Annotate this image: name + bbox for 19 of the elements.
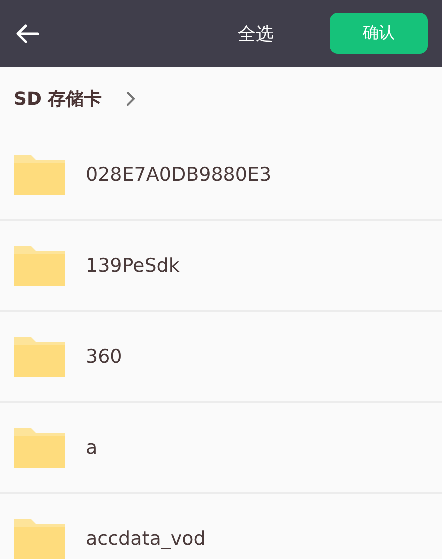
folder-row[interactable]: accdata_vod <box>0 494 442 559</box>
folder-icon <box>14 428 65 468</box>
breadcrumb-item[interactable]: SD 存储卡 <box>14 86 102 110</box>
folder-row[interactable]: 360 <box>0 312 442 403</box>
folder-icon <box>14 336 65 376</box>
folder-name: 360 <box>86 346 122 368</box>
select-all-button[interactable]: 全选 <box>238 22 274 46</box>
folder-icon <box>14 154 65 194</box>
folder-name: accdata_vod <box>86 528 206 550</box>
folder-name: 139PeSdk <box>86 254 180 276</box>
folder-row[interactable]: 028E7A0DB9880E3 <box>0 130 442 221</box>
folder-name: 028E7A0DB9880E3 <box>86 164 272 186</box>
folder-row[interactable]: a <box>0 403 442 494</box>
folder-row[interactable]: 139PeSdk <box>0 221 442 312</box>
chevron-right-icon <box>126 90 136 106</box>
back-arrow-icon[interactable] <box>16 24 40 44</box>
folder-name: a <box>86 436 98 458</box>
folder-icon <box>14 518 65 558</box>
folder-icon <box>14 246 65 286</box>
